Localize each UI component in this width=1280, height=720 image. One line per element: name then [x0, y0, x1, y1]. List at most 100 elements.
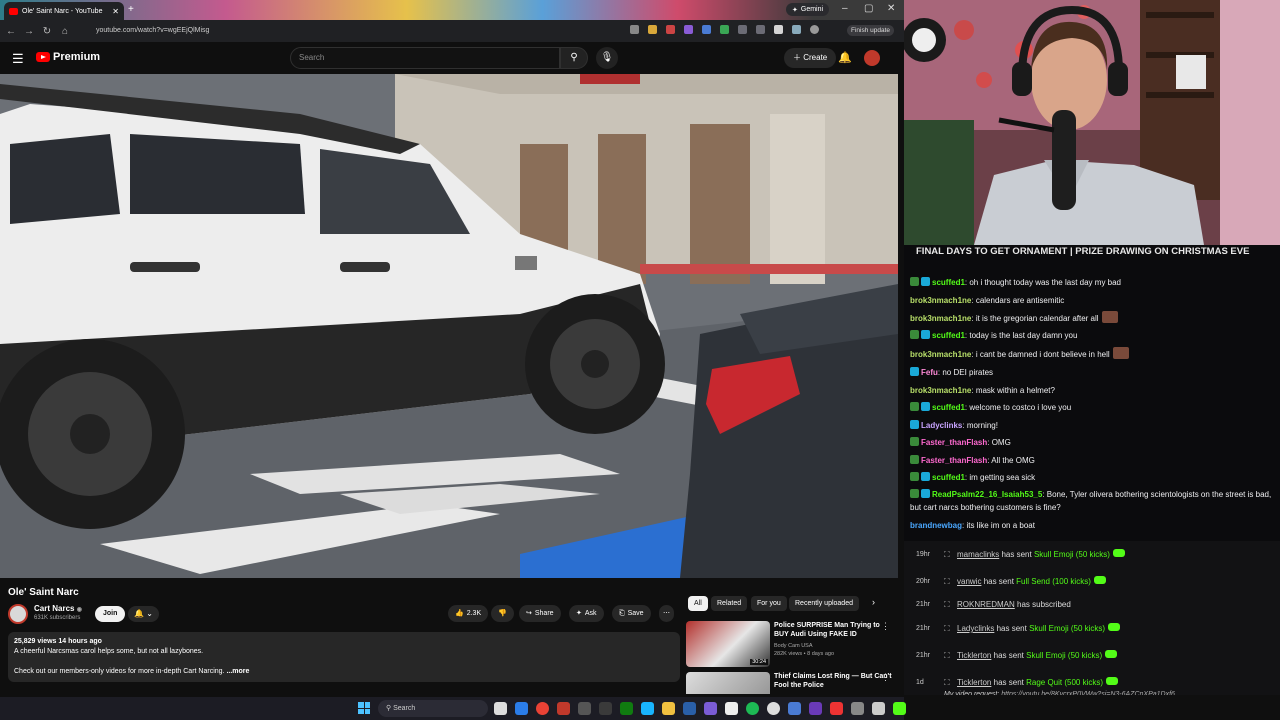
chat-username[interactable]: Faster_thanFlash [921, 438, 987, 447]
recommendation-item[interactable]: 30:24 Police SURPRISE Man Trying to BUY … [686, 621, 900, 667]
extension-icon[interactable] [774, 25, 783, 34]
chip-for-you[interactable]: For you [751, 596, 787, 611]
event-username[interactable]: Ladyclinks [957, 624, 994, 633]
spotify-icon[interactable] [746, 702, 759, 715]
search-input[interactable]: Search [290, 47, 560, 69]
finish-update-button[interactable]: Finish update [847, 25, 895, 36]
youtube-premium-logo[interactable]: Premium [36, 51, 100, 63]
hamburger-menu-icon[interactable]: ☰ [12, 51, 24, 67]
chip-all[interactable]: All [688, 596, 708, 611]
more-vertical-icon[interactable]: ⋮ [881, 672, 890, 683]
chat-username[interactable]: scuffed1 [932, 331, 965, 340]
extension-icon[interactable] [630, 25, 639, 34]
share-button[interactable]: ↪ Share [519, 605, 561, 622]
event-username[interactable]: Ticklerton [957, 678, 991, 687]
chat-username[interactable]: ReadPsalm22_16_Isaiah53_5 [932, 490, 1042, 499]
event-username[interactable]: ROKNREDMAN [957, 600, 1015, 609]
event-username[interactable]: Ticklerton [957, 651, 991, 660]
extension-icon[interactable] [684, 25, 693, 34]
voice-search-button[interactable]: 🎙 [596, 47, 618, 69]
extension-icon[interactable] [720, 25, 729, 34]
chat-username[interactable]: brandnewbag [910, 521, 962, 530]
profile-icon[interactable] [810, 25, 819, 34]
app-icon[interactable] [830, 702, 843, 715]
recommendation-item[interactable]: Thief Claims Lost Ring — But Can't Fool … [686, 672, 900, 694]
windows-start-icon[interactable] [358, 702, 370, 714]
save-button[interactable]: ⎗ Save [612, 605, 651, 622]
account-avatar[interactable] [864, 50, 880, 66]
chat-username[interactable]: Faster_thanFlash [921, 456, 987, 465]
recommendation-title[interactable]: Police SURPRISE Man Trying to BUY Audi U… [774, 621, 892, 639]
back-icon[interactable]: ← [2, 26, 20, 37]
search-button[interactable]: ⚲ [560, 47, 588, 69]
chat-username[interactable]: scuffed1 [932, 278, 965, 287]
event-username[interactable]: mamaclinks [957, 550, 999, 559]
chat-username[interactable]: brok3nmach1ne [910, 314, 971, 323]
app-icon[interactable] [599, 702, 612, 715]
task-view-icon[interactable] [494, 702, 507, 715]
home-icon[interactable]: ⌂ [56, 26, 74, 37]
more-vertical-icon[interactable]: ⋮ [881, 621, 890, 632]
app-icon[interactable] [788, 702, 801, 715]
forward-icon[interactable]: → [20, 26, 38, 37]
chat-username[interactable]: brok3nmach1ne [910, 296, 971, 305]
chat-username[interactable]: brok3nmach1ne [910, 386, 971, 395]
chips-next-icon[interactable]: › [872, 597, 875, 607]
new-tab-icon[interactable]: + [128, 4, 134, 15]
chat-username[interactable]: scuffed1 [932, 473, 965, 482]
extension-icon[interactable] [666, 25, 675, 34]
extension-icon[interactable] [738, 25, 747, 34]
create-button[interactable]: ＋ Create [784, 48, 837, 68]
chip-related[interactable]: Related [711, 596, 748, 611]
extension-icon[interactable] [792, 25, 801, 34]
close-tab-icon[interactable]: ✕ [112, 7, 119, 16]
app-icon[interactable] [872, 702, 885, 715]
file-explorer-icon[interactable] [662, 702, 675, 715]
edge-icon[interactable] [515, 702, 528, 715]
taskbar-search[interactable]: ⚲ Search [378, 700, 488, 717]
video-player[interactable] [0, 74, 898, 578]
browser-tab[interactable]: Ole' Saint Narc - YouTube ✕ [4, 2, 124, 20]
close-window-icon[interactable]: ✕ [887, 3, 895, 14]
dislike-button[interactable]: 👎 [491, 605, 514, 622]
video-request-link[interactable]: https://youtu.be/8KvcrxP0VWw?si=N3-6AZCn… [1001, 691, 1175, 695]
steam-icon[interactable] [683, 702, 696, 715]
app-icon[interactable] [578, 702, 591, 715]
app-icon[interactable] [641, 702, 654, 715]
chrome-icon[interactable] [536, 702, 549, 715]
channel-name[interactable]: Cart Narcs ◉ [34, 604, 82, 613]
chat-username[interactable]: Fefu [921, 368, 938, 377]
ask-button[interactable]: ✦ Ask [569, 605, 604, 622]
url-field[interactable]: youtube.com/watch?v=wgEEjQlMisg [84, 24, 624, 38]
extension-icon[interactable] [702, 25, 711, 34]
extension-icon[interactable] [756, 25, 765, 34]
more-link[interactable]: ...more [226, 668, 249, 675]
app-icon[interactable] [767, 702, 780, 715]
channel-avatar[interactable] [8, 604, 28, 624]
chat-username[interactable]: Ladyclinks [921, 421, 962, 430]
event-username[interactable]: vanwic [957, 577, 981, 586]
reload-icon[interactable]: ↻ [38, 26, 56, 37]
app-icon[interactable] [704, 702, 717, 715]
kick-icon[interactable] [893, 702, 906, 715]
minimize-icon[interactable]: – [842, 3, 848, 14]
join-button[interactable]: Join [95, 606, 126, 622]
app-icon[interactable] [851, 702, 864, 715]
recommendation-title[interactable]: Thief Claims Lost Ring — But Can't Fool … [774, 672, 892, 690]
chat-username[interactable]: scuffed1 [932, 403, 965, 412]
notifications-bell-icon[interactable]: 🔔 [838, 51, 852, 64]
xbox-icon[interactable] [620, 702, 633, 715]
app-icon[interactable] [557, 702, 570, 715]
chat-username[interactable]: brok3nmach1ne [910, 350, 971, 359]
extension-icon[interactable] [648, 25, 657, 34]
chip-recently-uploaded[interactable]: Recently uploaded [789, 596, 859, 611]
app-icon[interactable] [725, 702, 738, 715]
maximize-icon[interactable]: ▢ [864, 3, 873, 14]
like-button[interactable]: 👍 2.3K [448, 605, 489, 622]
subscribe-bell-button[interactable]: 🔔 ⌄ [128, 606, 159, 622]
more-actions-button[interactable]: ⋯ [659, 605, 674, 622]
gemini-button[interactable]: ✦ Gemini [786, 3, 830, 16]
recommendation-channel[interactable]: Body Cam USA [774, 643, 813, 649]
video-thumbnail[interactable] [686, 672, 770, 694]
app-icon[interactable] [809, 702, 822, 715]
